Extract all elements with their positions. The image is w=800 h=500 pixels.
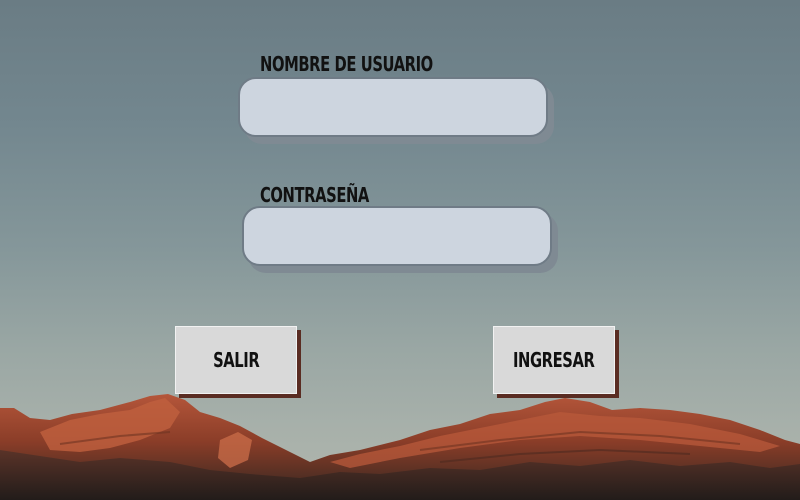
login-button[interactable]: INGRESAR bbox=[493, 326, 615, 394]
exit-button[interactable]: SALIR bbox=[175, 326, 297, 394]
username-label: NOMBRE DE USUARIO bbox=[260, 52, 433, 76]
login-button-label: INGRESAR bbox=[513, 348, 595, 372]
username-input[interactable] bbox=[238, 77, 548, 137]
password-label: CONTRASEÑA bbox=[260, 183, 369, 207]
password-input[interactable] bbox=[242, 206, 552, 266]
exit-button-label: SALIR bbox=[212, 348, 260, 372]
